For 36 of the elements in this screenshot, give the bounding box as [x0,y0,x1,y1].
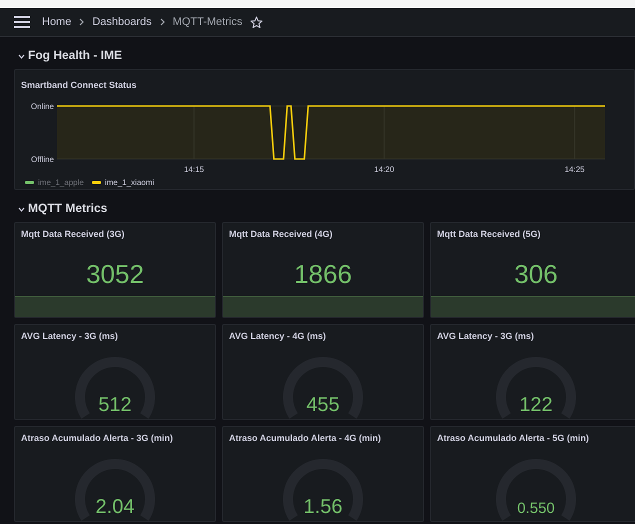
gauge-value: 512 [97,394,133,417]
axis-label: Online [30,102,54,111]
chevron-icon [79,18,84,26]
breadcrumb-link[interactable]: Home [42,16,72,28]
axis-label: 14:15 [184,165,204,174]
axis-label: 14:20 [374,165,394,174]
stat-value: 1866 [294,259,352,290]
panel-title: Atraso Acumulado Alerta - 3G (min) [21,433,174,443]
legend-label[interactable]: ime_1_xiaomi [104,178,154,187]
panel-title: Atraso Acumulado Alerta - 4G (min) [229,433,382,443]
gauge-value: 1.56 [302,496,344,519]
star-icon[interactable] [250,16,264,28]
gauge-value: 2.04 [94,496,136,519]
panel-title: AVG Latency - 4G (ms) [229,331,327,341]
panel-title: Mqtt Data Received (3G) [21,229,126,239]
panel-title: AVG Latency - 3G (ms) [21,331,119,341]
caret-icon[interactable] [18,54,25,59]
axis-label: Offline [31,155,54,164]
stat-value: 306 [514,259,558,290]
stat-value: 3052 [86,259,144,290]
panel-title: Mqtt Data Received (4G) [229,229,334,239]
axis-label: 14:25 [564,165,585,174]
section-title[interactable]: MQTT Metrics [28,201,108,215]
section-title[interactable]: Fog Health - IME [28,48,122,62]
gauge-value: 0.550 [516,500,556,517]
panel-title: Atraso Acumulado Alerta - 5G (min) [437,433,590,443]
gauge-value: 122 [518,394,554,417]
breadcrumb-link[interactable]: Dashboards [92,16,152,28]
panel-title: AVG Latency - 3G (ms) [437,331,535,341]
chevron-icon [160,18,165,26]
gauge-value: 455 [305,394,341,417]
menu-icon[interactable] [14,16,30,28]
breadcrumb-link[interactable]: MQTT-Metrics [172,16,242,28]
caret-icon[interactable] [18,207,25,212]
panel-title: Mqtt Data Received (5G) [437,229,542,239]
panel-title: Smartband Connect Status [21,80,137,90]
